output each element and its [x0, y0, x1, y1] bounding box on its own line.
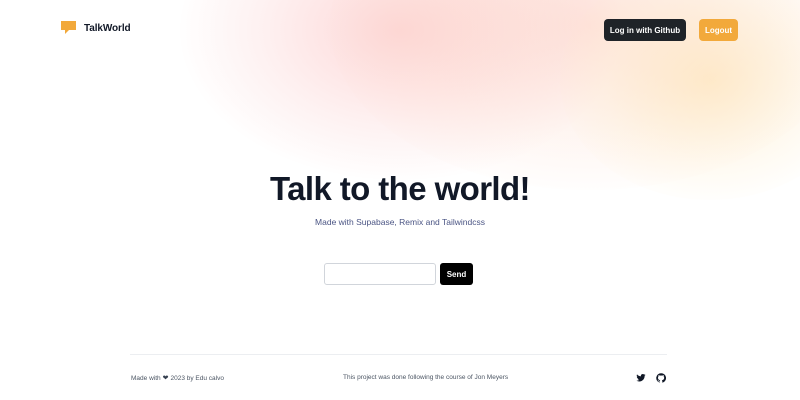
message-input[interactable] — [324, 263, 436, 285]
chat-bubble-icon — [60, 20, 77, 36]
footer-made-with: Made with — [131, 374, 161, 382]
brand-name: TalkWorld — [84, 22, 131, 34]
footer-credit: Made with ❤ 2023 by Edu calvo — [131, 374, 224, 383]
send-button[interactable]: Send — [440, 263, 473, 285]
github-icon[interactable] — [656, 373, 666, 383]
page: TalkWorld Log in with Github Logout Talk… — [0, 0, 800, 400]
footer-course-note: This project was done following the cour… — [343, 374, 509, 381]
twitter-icon[interactable] — [636, 373, 646, 383]
logout-button[interactable]: Logout — [699, 19, 738, 41]
hero-title: Talk to the world! — [270, 170, 531, 207]
heart-icon: ❤ — [162, 375, 169, 382]
header: TalkWorld Log in with Github Logout — [0, 0, 800, 60]
footer-divider — [130, 354, 667, 355]
message-form: Send — [324, 263, 473, 285]
brand-logo[interactable]: TalkWorld — [60, 20, 131, 36]
hero-subtitle: Made with Supabase, Remix and Tailwindcs… — [315, 217, 485, 227]
footer-author: 2023 by Edu calvo — [170, 374, 224, 382]
github-login-button[interactable]: Log in with Github — [604, 19, 686, 41]
